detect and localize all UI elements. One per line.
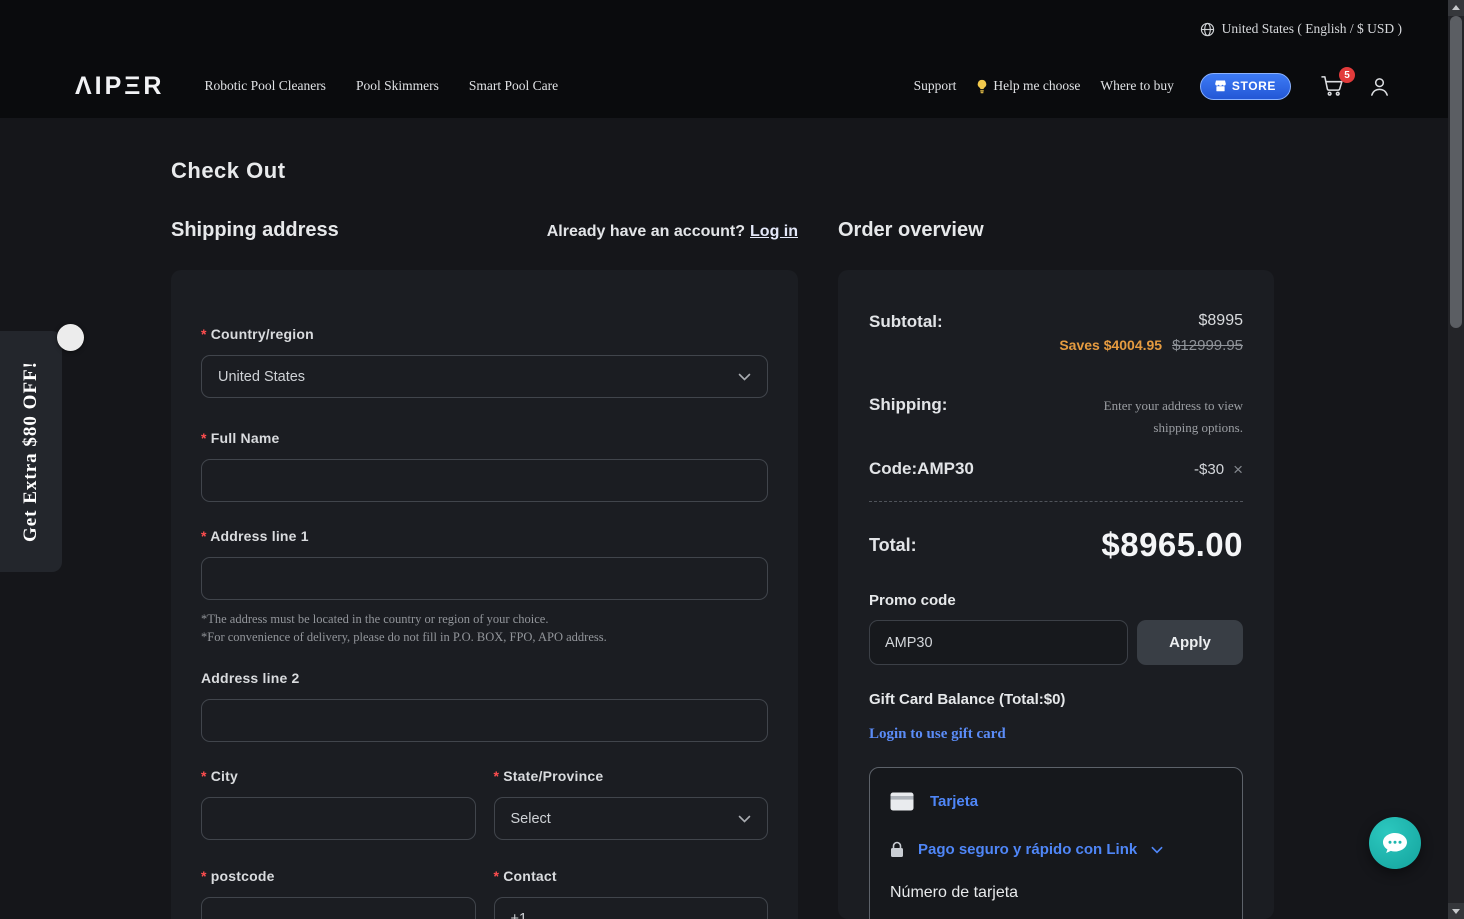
store-button[interactable]: STORE [1199,72,1291,100]
nav-pool-skimmers[interactable]: Pool Skimmers [356,78,439,94]
site-header: United States ( English / $ USD ) ΛIPΞR … [0,0,1464,118]
gift-card-balance-label: Gift Card Balance (Total:$0) [869,691,1066,708]
ribbon-close-button[interactable] [57,324,84,351]
city-label: City [201,768,476,784]
shipping-note: Enter your address to view shipping opti… [1104,395,1243,439]
contact-label: Contact [494,868,769,884]
state-select[interactable]: Select [493,797,768,840]
country-value: United States [218,368,306,385]
chat-button[interactable] [1369,817,1421,869]
full-name-label: Full Name [201,430,768,446]
postcode-label: postcode [201,868,476,884]
country-label: Country/region [201,326,768,342]
locale-label: United States ( English / $ USD ) [1221,21,1402,36]
contact-input[interactable] [493,897,768,919]
account-button[interactable] [1369,76,1390,97]
promo-code-row: Code:AMP30 -$30 × [869,459,1243,479]
shipping-address-title: Shipping address [171,219,339,241]
address-note-2: *For convenience of delivery, please do … [201,630,607,644]
shipping-header: Shipping address Already have an account… [171,219,798,242]
subtotal-value: $8995 [1198,312,1244,329]
store-button-label: STORE [1231,79,1276,93]
login-link[interactable]: Log in [750,223,798,240]
locale-selector[interactable]: United States ( English / $ USD ) [1200,21,1402,37]
total-row: Total: $8965.00 [869,526,1243,564]
shipping-note-line2: shipping options. [1153,420,1243,435]
subtotal-label: Subtotal: [869,312,943,331]
address-note-1: *The address must be located in the coun… [201,612,549,626]
order-summary: Subtotal: $8995 Saves $4004.95 $12999.95 … [838,270,1274,919]
bulb-icon [976,79,988,94]
promo-ribbon[interactable]: Get Extra $80 OFF! [0,331,62,572]
state-placeholder: Select [510,810,551,827]
savings-amount: Saves $4004.95 [1059,337,1163,353]
order-overview-title: Order overview [838,219,984,241]
state-label: State/Province [494,768,769,784]
applied-code-label: Code:AMP30 [869,459,974,478]
where-to-buy-link[interactable]: Where to buy [1100,78,1173,94]
address-line2-label: Address line 2 [201,670,300,686]
payment-widget: Tarjeta Pago seguro y rápido con Link Nú… [869,767,1243,919]
storefront-icon [1215,80,1226,92]
help-me-choose-link[interactable]: Help me choose [976,78,1080,94]
chat-bubble-icon [1382,831,1408,855]
page-title: Check Out [171,158,286,183]
country-select[interactable]: United States [201,355,768,398]
address-notes: *The address must be located in the coun… [201,610,768,646]
address-line2-input[interactable] [201,699,768,742]
gift-card-login-link[interactable]: Login to use gift card [869,726,1006,743]
shipping-row: Shipping: Enter your address to view shi… [869,395,1243,439]
promo-code-input[interactable] [869,620,1128,665]
scroll-down-arrow[interactable] [1448,903,1464,919]
link-option-label: Pago seguro y rápido con Link [918,841,1138,858]
main-nav: Robotic Pool Cleaners Pool Skimmers Smar… [204,78,558,94]
address-line1-label: Address line 1 [201,528,768,544]
chevron-down-icon [738,373,751,381]
code-discount-value: -$30 [1194,460,1225,478]
promo-entry-row: Apply [869,620,1243,665]
account-prompt-row: Already have an account? Log in [547,223,798,241]
nav-robotic-pool-cleaners[interactable]: Robotic Pool Cleaners [204,78,326,94]
brand-logo[interactable]: ΛIPΞR [75,72,164,101]
payment-method-link[interactable]: Pago seguro y rápido con Link [890,841,1222,858]
credit-card-icon [890,792,914,811]
full-name-input[interactable] [201,459,768,502]
shipping-note-line1: Enter your address to view [1103,398,1243,413]
main-nav-row: ΛIPΞR Robotic Pool Cleaners Pool Skimmer… [0,64,1448,108]
original-price: $12999.95 [1172,337,1243,354]
apply-button[interactable]: Apply [1137,620,1243,665]
scroll-up-arrow[interactable] [1448,0,1464,16]
scrollbar[interactable] [1448,0,1464,919]
promo-ribbon-label: Get Extra $80 OFF! [20,360,41,543]
chevron-down-icon [1151,846,1163,854]
card-option-label: Tarjeta [930,793,979,810]
user-icon [1369,76,1390,97]
postcode-input[interactable] [201,897,476,919]
dashed-divider [869,501,1243,502]
help-me-choose-label: Help me choose [993,78,1081,93]
card-number-label: Número de tarjeta [890,884,1019,901]
total-value: $8965.00 [1101,526,1243,563]
address-line1-input[interactable] [201,557,768,600]
lock-icon [890,841,904,858]
support-link[interactable]: Support [914,78,957,94]
shipping-label: Shipping: [869,395,948,414]
subtotal-row: Subtotal: $8995 Saves $4004.95 $12999.95 [869,312,1243,355]
cart-badge: 5 [1339,67,1355,83]
promo-code-heading: Promo code [869,592,956,609]
cart-button[interactable]: 5 [1321,67,1355,97]
shipping-form: Country/region United States Full Name A… [171,270,798,919]
city-input[interactable] [201,797,476,840]
chevron-down-icon [738,815,751,823]
payment-method-card[interactable]: Tarjeta [890,792,1222,811]
total-label: Total: [869,534,917,555]
globe-icon [1200,22,1215,37]
remove-code-icon[interactable]: × [1233,461,1243,478]
nav-smart-pool-care[interactable]: Smart Pool Care [469,78,558,94]
account-prompt: Already have an account? [546,223,746,240]
scrollbar-thumb[interactable] [1450,16,1462,328]
